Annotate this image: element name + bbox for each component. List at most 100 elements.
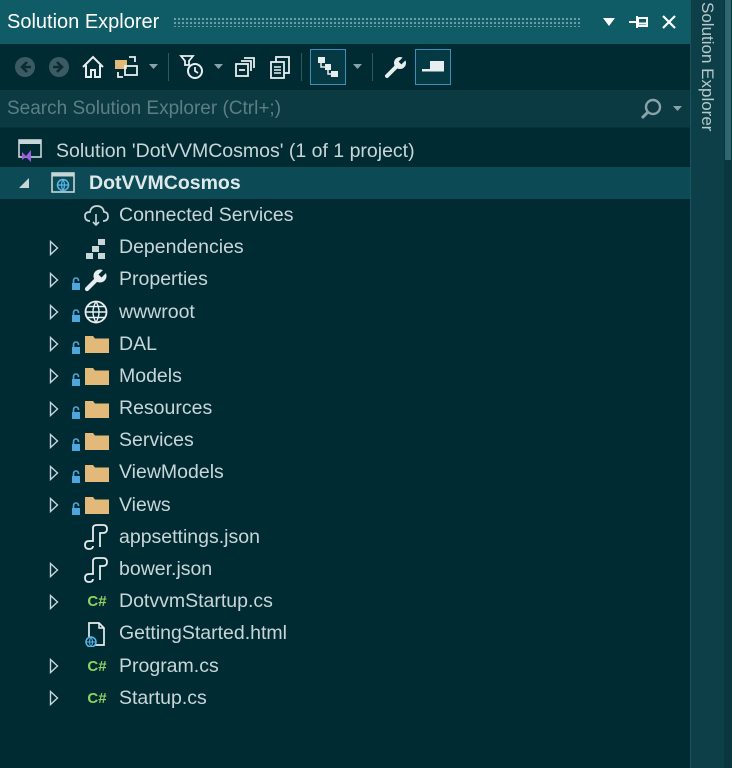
lock-icon [71, 499, 81, 516]
forward-icon[interactable] [44, 50, 74, 84]
lock-icon [71, 370, 81, 387]
search-bar [0, 90, 690, 128]
collapsed-arrow-icon[interactable] [47, 400, 61, 417]
item-label: Dependencies [119, 236, 244, 259]
lock-icon [71, 403, 81, 419]
home-icon[interactable] [78, 50, 108, 84]
csharp-file-icon: C# [87, 657, 107, 675]
tree-row-models[interactable]: Models [0, 360, 690, 392]
lock-icon [71, 306, 81, 322]
side-tab-label: Solution Explorer [698, 2, 717, 132]
collapse-all-icon[interactable] [231, 50, 261, 84]
collapsed-arrow-icon[interactable] [47, 239, 61, 256]
folder-icon [84, 460, 110, 486]
close-icon[interactable] [654, 7, 684, 37]
sync-dropdown-icon[interactable] [350, 50, 364, 84]
side-tab-solution-explorer[interactable]: Solution Explorer [697, 2, 721, 162]
collapsed-arrow-icon[interactable] [47, 304, 61, 321]
switch-views-icon[interactable] [112, 50, 142, 84]
properties-icon[interactable] [381, 50, 411, 84]
search-options-dropdown-icon[interactable] [668, 105, 686, 112]
collapsed-arrow-icon[interactable] [47, 593, 61, 610]
item-label: Views [119, 493, 171, 516]
json-file-icon [83, 556, 109, 583]
collapsed-arrow-icon[interactable] [47, 336, 61, 353]
item-label: wwwroot [119, 300, 195, 323]
tree-row-properties[interactable]: Properties [0, 264, 690, 296]
folder-icon [84, 331, 110, 357]
lock-icon [71, 435, 81, 451]
tree-row-solution[interactable]: Solution 'DotVVMCosmos' (1 of 1 project) [0, 135, 690, 167]
collapsed-arrow-icon[interactable] [47, 497, 61, 514]
lock-icon [71, 338, 81, 355]
lock-icon [71, 274, 81, 290]
tree-row-wwwroot[interactable]: wwwroot [0, 296, 690, 328]
collapsed-arrow-icon[interactable] [47, 561, 61, 578]
pending-changes-dropdown-icon[interactable] [211, 50, 225, 84]
item-label: DAL [119, 332, 157, 355]
item-label: Resources [119, 397, 213, 420]
project-label: DotVVMCosmos [89, 171, 241, 194]
solution-icon [17, 138, 43, 164]
collapsed-arrow-icon[interactable] [47, 271, 61, 288]
csharp-file-icon: C# [87, 689, 107, 707]
lock-icon [71, 467, 81, 483]
tree-row-viewmodels[interactable]: ViewModels [0, 457, 690, 489]
collapsed-arrow-icon[interactable] [47, 464, 61, 481]
tree-row-resources[interactable]: Resources [0, 393, 690, 425]
vertical-scrollbar[interactable] [724, 0, 732, 768]
dependencies-icon [83, 235, 109, 261]
item-label: Properties [119, 268, 208, 291]
collapsed-arrow-icon[interactable] [47, 690, 61, 707]
pin-icon[interactable] [624, 7, 654, 37]
tree-row-dal[interactable]: DAL [0, 328, 690, 360]
tree-row-dependencies[interactable]: Dependencies [0, 232, 690, 264]
folder-icon [84, 363, 110, 389]
tree-row-gettingstarted-html[interactable]: GettingStarted.html [0, 618, 690, 650]
tree-row-connected-services[interactable]: Connected Services [0, 199, 690, 231]
item-label: ViewModels [119, 461, 224, 484]
tree-row-bower-json[interactable]: bower.json [0, 553, 690, 585]
tree-row-startup-cs[interactable]: C# Startup.cs [0, 682, 690, 714]
scrollbar-thumb[interactable] [725, 0, 731, 160]
solution-explorer-panel: Solution Explorer Search Solution Explor… [0, 0, 690, 768]
window-position-dropdown-icon[interactable] [594, 7, 624, 37]
search-input[interactable] [0, 90, 636, 127]
collapsed-arrow-icon[interactable] [47, 432, 61, 449]
folder-icon [84, 428, 110, 454]
toolbar-separator [372, 53, 373, 81]
json-file-icon [83, 524, 109, 551]
tree-row-appsettings-json[interactable]: appsettings.json [0, 521, 690, 553]
solution-label: Solution 'DotVVMCosmos' (1 of 1 project) [56, 139, 415, 162]
expanded-arrow-icon[interactable] [17, 175, 31, 191]
show-all-files-icon[interactable] [265, 50, 295, 84]
tree-row-views[interactable]: Views [0, 489, 690, 521]
folder-icon [84, 492, 110, 518]
csharp-file-icon: C# [87, 593, 107, 611]
web-project-icon [50, 170, 76, 196]
item-label: Models [119, 364, 182, 387]
preview-selected-items-icon[interactable] [415, 49, 451, 85]
pending-changes-filter-icon[interactable] [177, 50, 207, 84]
title-bar[interactable]: Solution Explorer [0, 0, 690, 44]
switch-views-dropdown-icon[interactable] [146, 50, 160, 84]
item-label: DotvvmStartup.cs [119, 590, 273, 613]
toolbar [0, 44, 690, 90]
sync-with-document-icon[interactable] [310, 49, 346, 85]
tree-row-dotvvmstartup-cs[interactable]: C# DotvvmStartup.cs [0, 586, 690, 618]
item-label: bower.json [119, 558, 213, 581]
collapsed-arrow-icon[interactable] [47, 658, 61, 675]
back-icon[interactable] [10, 50, 40, 84]
tree-row-services[interactable]: Services [0, 425, 690, 457]
tree-row-project[interactable]: DotVVMCosmos [0, 167, 690, 200]
item-label: appsettings.json [119, 525, 260, 548]
solution-tree: Solution 'DotVVMCosmos' (1 of 1 project)… [0, 135, 690, 714]
drag-grip[interactable] [173, 17, 582, 27]
toolbar-separator [301, 53, 302, 81]
search-icon[interactable] [636, 94, 666, 124]
tree-row-program-cs[interactable]: C# Program.cs [0, 650, 690, 682]
collapsed-arrow-icon[interactable] [47, 368, 61, 385]
panel-title: Solution Explorer [7, 10, 160, 33]
globe-icon [83, 299, 109, 325]
item-label: Connected Services [119, 203, 294, 226]
